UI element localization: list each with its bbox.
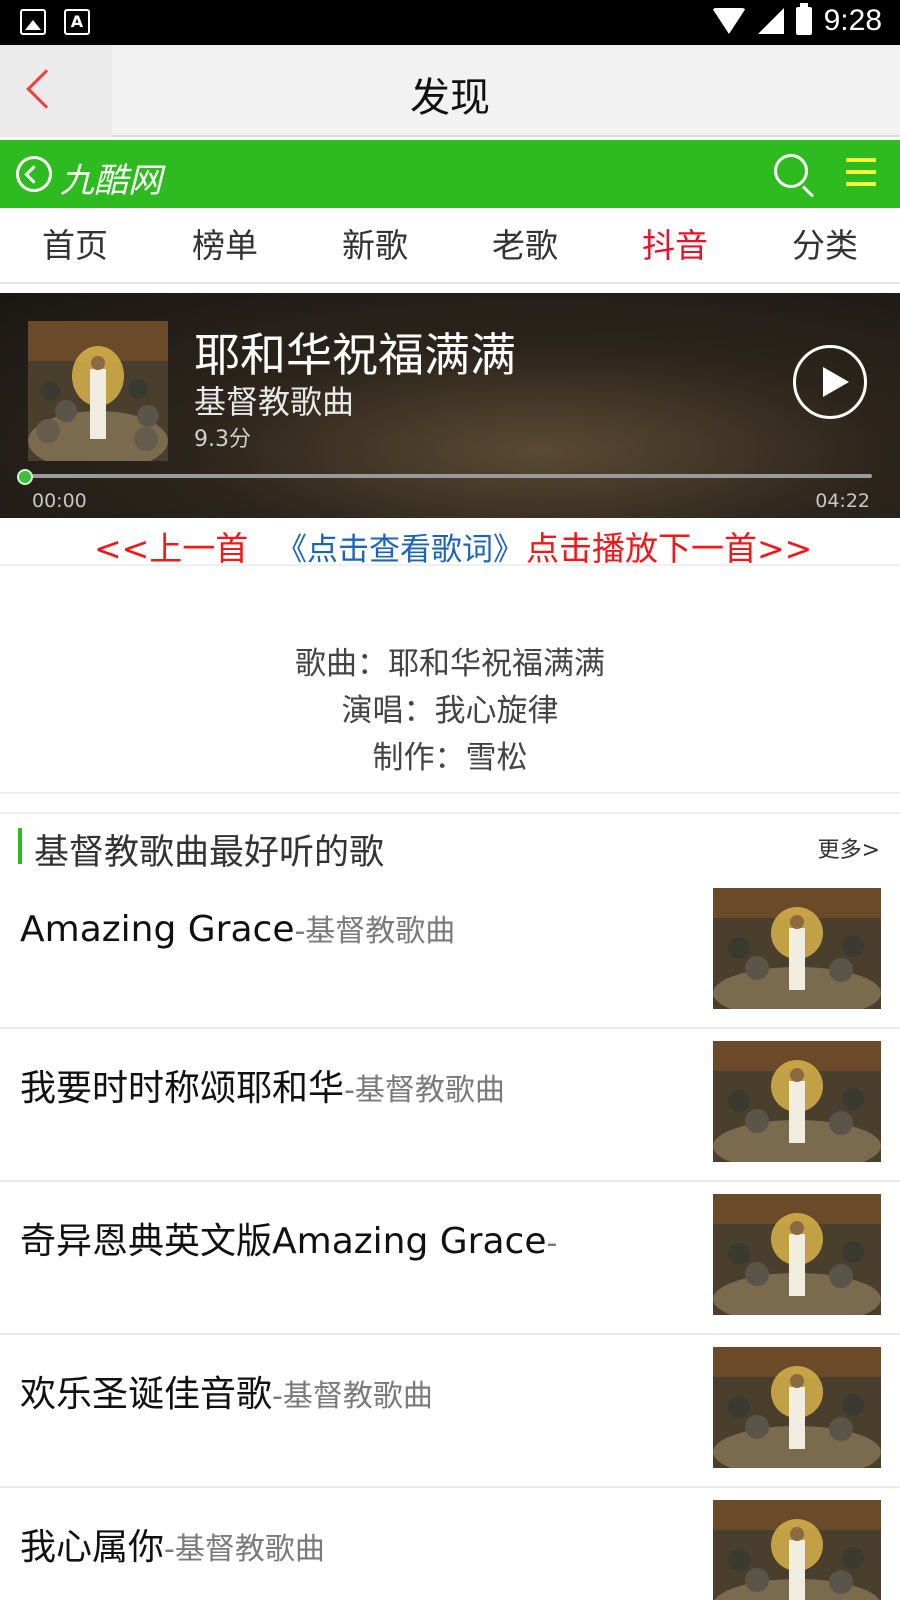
producer-line: 制作：雪松 <box>372 740 528 776</box>
tab-charts[interactable]: 榜单 <box>150 208 300 282</box>
tab-douyin[interactable]: 抖音 <box>600 208 750 282</box>
title-bar: 发现 <box>0 45 900 137</box>
view-lyrics-link[interactable]: 《点击查看歌词》 <box>276 524 524 569</box>
song-thumbnail <box>713 1041 881 1162</box>
progress-handle[interactable] <box>17 469 33 485</box>
song-title: Amazing Grace <box>20 909 295 950</box>
song-thumbnail <box>713 1347 881 1468</box>
nav-tabs: 首页 榜单 新歌 老歌 抖音 分类 <box>0 208 900 284</box>
song-title: 欢乐圣诞佳音歌 <box>20 1374 273 1415</box>
album-cover <box>28 321 168 461</box>
system-icons: 9:28 <box>711 3 882 38</box>
section-title: 基督教歌曲最好听的歌 <box>34 833 385 873</box>
song-category: -基督教歌曲 <box>344 1073 505 1108</box>
playback-controls: <<上一首 《点击查看歌词》 点击播放下一首>> <box>0 518 900 569</box>
song-category: -基督教歌曲 <box>294 914 456 949</box>
song-category: - <box>546 1226 558 1261</box>
song-category: -基督教歌曲 <box>164 1532 325 1567</box>
section-accent-bar <box>18 828 22 864</box>
tab-home[interactable]: 首页 <box>0 208 150 282</box>
song-category: -基督教歌曲 <box>272 1379 433 1414</box>
section-header: 基督教歌曲最好听的歌 更多> <box>0 812 900 884</box>
song-thumbnail <box>713 1500 881 1600</box>
total-time: 04:22 <box>815 490 870 512</box>
song-title: 我要时时称颂耶和华 <box>20 1068 345 1109</box>
next-song-link[interactable]: 点击播放下一首>> <box>526 522 812 570</box>
singer-line: 演唱：我心旋律 <box>341 693 559 729</box>
player-score: 9.3分 <box>194 427 251 452</box>
image-notification-icon <box>20 9 46 35</box>
current-time: 00:00 <box>32 490 87 512</box>
notification-icons: A <box>20 9 90 35</box>
more-link[interactable]: 更多> <box>818 832 880 864</box>
song-thumbnail <box>713 888 881 1009</box>
list-item[interactable]: 我心属你-基督教歌曲 <box>0 1488 900 1600</box>
music-player: 耶和华祝福满满 基督教歌曲 9.3分 00:00 04:22 <box>0 293 900 518</box>
tab-categories[interactable]: 分类 <box>750 208 900 282</box>
status-bar: A 9:28 <box>0 0 900 45</box>
play-button[interactable] <box>793 345 867 419</box>
song-title: 奇异恩典英文版Amazing Grace <box>20 1221 547 1262</box>
tab-old-songs[interactable]: 老歌 <box>450 208 600 282</box>
wifi-icon <box>711 8 746 34</box>
site-header: 九酷网 <box>0 140 900 208</box>
list-item[interactable]: Amazing Grace-基督教歌曲 <box>0 876 900 1029</box>
previous-song-link[interactable]: <<上一首 <box>94 522 248 570</box>
site-back-icon[interactable] <box>16 156 52 192</box>
tab-new-songs[interactable]: 新歌 <box>300 208 450 282</box>
page-title: 发现 <box>410 75 490 121</box>
search-icon[interactable] <box>774 154 808 188</box>
player-song-title: 耶和华祝福满满 <box>194 328 516 382</box>
song-info: 歌曲：耶和华祝福满满 演唱：我心旋律 制作：雪松 <box>0 566 900 794</box>
battery-icon <box>795 3 812 35</box>
song-list: Amazing Grace-基督教歌曲 我要时时称颂耶和华-基督教歌曲 奇异恩典… <box>0 876 900 1600</box>
site-logo[interactable]: 九酷网 <box>60 153 162 202</box>
progress-bar[interactable] <box>24 474 872 478</box>
menu-icon[interactable] <box>846 158 876 188</box>
cell-signal-icon <box>757 8 784 34</box>
list-item[interactable]: 我要时时称颂耶和华-基督教歌曲 <box>0 1029 900 1182</box>
app-notification-icon: A <box>64 9 90 35</box>
song-name-line: 歌曲：耶和华祝福满满 <box>295 646 605 682</box>
song-title: 我心属你 <box>20 1527 165 1568</box>
status-time: 9:28 <box>823 4 882 37</box>
list-item[interactable]: 奇异恩典英文版Amazing Grace- <box>0 1182 900 1335</box>
player-artist: 基督教歌曲 <box>194 383 355 421</box>
song-thumbnail <box>713 1194 881 1315</box>
list-item[interactable]: 欢乐圣诞佳音歌-基督教歌曲 <box>0 1335 900 1488</box>
